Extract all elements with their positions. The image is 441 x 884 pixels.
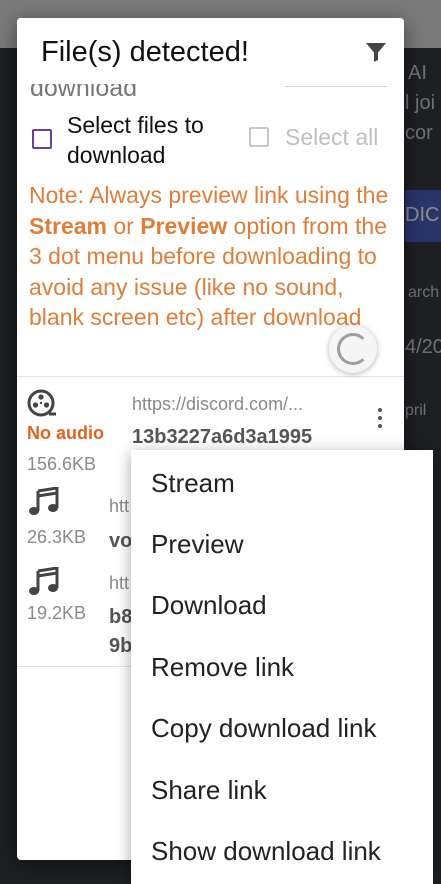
no-audio-badge: No audio: [27, 423, 104, 443]
dialog-header: File(s) detected!: [17, 18, 404, 84]
note-text: screen etc) after download: [83, 304, 362, 330]
select-all-checkbox[interactable]: [249, 127, 269, 147]
preview-note: Note: Always preview link using the Stre…: [29, 180, 399, 333]
file-name: 13b3227a6d3a1995: [132, 426, 313, 448]
film-reel-icon: [27, 389, 56, 417]
select-files-label-line2: download: [67, 142, 166, 168]
note-preview-word: Preview: [140, 212, 228, 239]
menu-item-download[interactable]: Download: [151, 590, 267, 621]
loading-spinner: [329, 325, 377, 373]
divider: [17, 376, 404, 377]
file-size: 156.6KB: [27, 454, 97, 474]
note-text: blank: [29, 304, 84, 330]
note-text: Note: Always preview link using the: [29, 182, 389, 208]
file-name-line2: 9b: [109, 635, 133, 657]
note-stream-word: Stream: [29, 212, 107, 239]
menu-item-preview[interactable]: Preview: [151, 529, 243, 560]
select-files-label: Select files to: [67, 112, 204, 138]
file-url: https://discord.com/...: [132, 394, 304, 414]
filter-icon[interactable]: [364, 40, 388, 64]
music-note-icon: [29, 487, 59, 515]
file-size: 26.3KB: [27, 527, 87, 547]
select-files-checkbox[interactable]: [32, 129, 52, 149]
file-name: b8: [109, 606, 133, 628]
dialog-title: File(s) detected!: [41, 36, 249, 68]
more-options-icon[interactable]: [377, 408, 383, 432]
file-options-menu: Stream Preview Download Remove link Copy…: [131, 450, 433, 884]
menu-item-stream[interactable]: Stream: [151, 468, 235, 499]
file-url: htt: [109, 573, 130, 593]
menu-item-copy-download-link[interactable]: Copy download link: [151, 713, 376, 744]
music-note-icon: [29, 567, 59, 595]
menu-item-remove-link[interactable]: Remove link: [151, 652, 294, 683]
file-size: 19.2KB: [27, 603, 87, 623]
note-text: or: [106, 212, 141, 239]
menu-item-show-download-link[interactable]: Show download link: [151, 836, 381, 867]
select-all-label: Select all: [285, 124, 379, 150]
menu-item-share-link[interactable]: Share link: [151, 775, 267, 806]
file-url: htt: [109, 496, 130, 516]
file-name: vo: [109, 530, 133, 552]
